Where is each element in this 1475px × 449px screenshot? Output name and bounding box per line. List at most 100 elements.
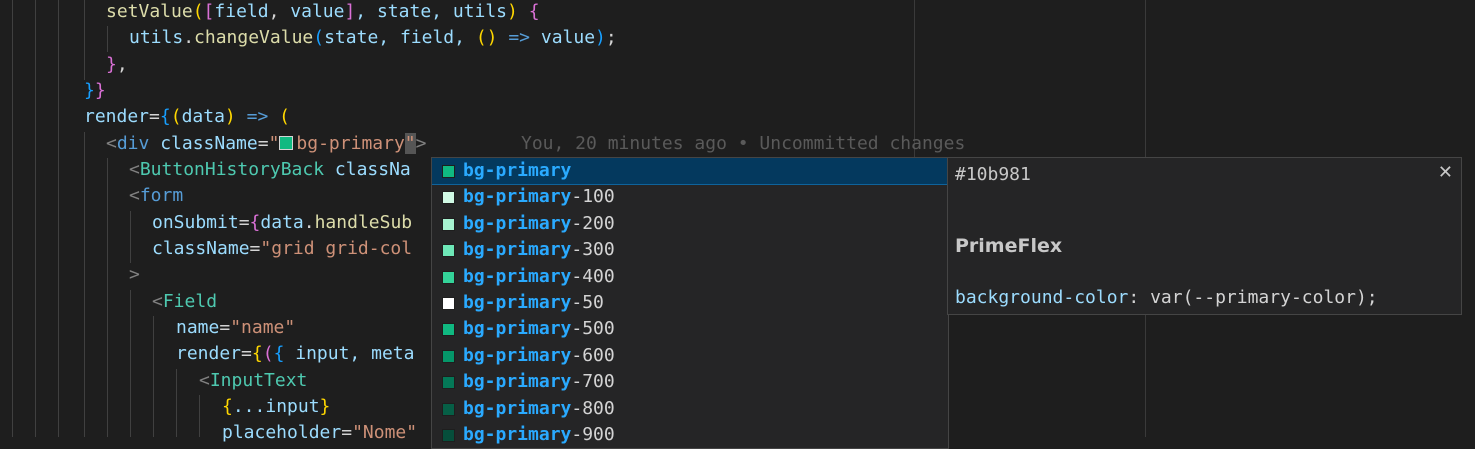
code-token: ) <box>595 27 606 48</box>
color-swatch-icon <box>442 191 455 205</box>
indent-guide <box>199 395 200 437</box>
suggest-item-label: bg-primary-50 <box>463 290 604 316</box>
suggest-item-label: bg-primary-100 <box>463 184 615 210</box>
code-token: } <box>319 396 331 417</box>
code-token: = <box>257 133 269 154</box>
code-token: > <box>415 133 427 154</box>
code-token: = <box>341 422 353 443</box>
suggest-item[interactable]: bg-primary-700 <box>432 369 948 395</box>
code-token: Field <box>162 291 218 312</box>
suggest-item-suffix: -700 <box>571 371 615 393</box>
code-token: " <box>268 133 280 154</box>
suggest-item-label: bg-primary-400 <box>463 264 615 290</box>
code-token: ( <box>262 343 274 364</box>
code-token: placeholder <box>222 422 342 443</box>
indent-guide <box>153 316 154 437</box>
suggest-item[interactable]: bg-primary-50 <box>432 290 948 316</box>
suggest-item-suffix: -800 <box>571 397 615 419</box>
code-token: } <box>106 54 117 75</box>
code-token: "grid grid-col <box>260 238 413 259</box>
suggest-item-label: bg-primary-200 <box>463 211 615 237</box>
code-token: utils <box>129 27 184 48</box>
suggest-item[interactable]: bg-primary-100 <box>432 184 948 210</box>
autocomplete-suggest-list[interactable]: bg-primary bg-primary-100 bg-primary-200 bg… <box>431 157 949 449</box>
code-line: onSubmit={data.handleSub <box>152 210 412 236</box>
suggest-item-match: bg-primary <box>463 424 572 445</box>
code-token: = <box>149 106 160 127</box>
color-swatch-icon <box>442 165 455 178</box>
suggest-item-match: bg-primary <box>463 292 572 313</box>
suggest-item[interactable]: bg-primary-800 <box>432 396 948 422</box>
suggest-item-match: bg-primary <box>463 397 572 419</box>
suggest-item-label: bg-primary-700 <box>463 369 615 395</box>
code-token: = <box>238 212 250 233</box>
suggest-item-label: bg-primary-500 <box>463 316 615 342</box>
code-token: [ <box>203 1 215 22</box>
code-token: { <box>528 1 540 22</box>
suggest-item[interactable]: bg-primary-400 <box>432 264 948 290</box>
suggest-item-suffix: -200 <box>571 212 615 234</box>
suggest-item[interactable]: bg-primary-300 <box>432 237 948 263</box>
color-swatch-icon <box>442 217 455 231</box>
color-swatch-icon <box>279 136 294 150</box>
suggest-item[interactable]: bg-primary-500 <box>432 316 948 342</box>
code-token: = <box>249 238 261 259</box>
css-property: background-color <box>955 287 1129 308</box>
color-swatch-icon <box>442 429 455 442</box>
code-token: value <box>290 1 345 22</box>
code-token: ] <box>344 1 356 22</box>
code-token: => <box>497 27 541 48</box>
suggest-item-match: bg-primary <box>463 344 572 366</box>
color-swatch-icon <box>442 270 455 284</box>
code-token: className <box>149 133 258 154</box>
code-token: render <box>84 106 150 127</box>
code-token: => <box>235 106 280 127</box>
code-token: , <box>268 1 291 22</box>
suggest-item-match: bg-primary <box>463 265 572 287</box>
indent-guide <box>35 0 36 437</box>
code-token: ButtonHistoryBack <box>139 159 325 180</box>
indent-guide <box>84 0 85 80</box>
code-token: = <box>219 317 231 338</box>
code-token: . <box>183 27 195 48</box>
code-token: "name" <box>230 317 296 338</box>
code-line: }, <box>106 52 128 78</box>
code-token: = <box>241 343 252 364</box>
code-line: setValue([field, value], state, utils) { <box>106 0 540 25</box>
suggest-item-match: bg-primary <box>463 160 572 181</box>
color-swatch-icon <box>442 349 455 363</box>
suggest-item[interactable]: bg-primary <box>432 158 948 186</box>
code-token: input, meta <box>284 343 415 364</box>
code-token: ( <box>313 27 325 48</box>
code-token: < <box>129 159 140 180</box>
indent-guide <box>107 26 108 52</box>
suggest-item-label: bg-primary-600 <box>463 343 615 369</box>
css-value: : var(--primary-color); <box>1128 287 1378 308</box>
text-cursor: " <box>404 133 416 154</box>
code-token: ) <box>507 1 518 22</box>
color-swatch-icon <box>442 244 455 258</box>
code-token: form <box>139 185 184 206</box>
code-token: { <box>273 343 285 364</box>
code-token: < <box>152 291 163 312</box>
suggest-item-suffix: -600 <box>571 344 615 366</box>
color-swatch-icon <box>442 402 455 416</box>
code-line: <Field <box>152 289 217 315</box>
suggest-item[interactable]: bg-primary-900 <box>432 422 948 448</box>
code-line: <div className=" bg-primary"> <box>106 131 426 157</box>
suggest-item[interactable]: bg-primary-200 <box>432 211 948 237</box>
code-token: "Nome" <box>352 422 418 443</box>
code-token: , <box>116 54 128 75</box>
code-token: InputText <box>209 370 308 391</box>
code-token: < <box>199 370 210 391</box>
code-token: ( <box>170 106 182 127</box>
suggest-item-label: bg-primary-800 <box>463 396 615 422</box>
code-token: { <box>159 106 171 127</box>
suggest-item[interactable]: bg-primary-600 <box>432 343 948 369</box>
code-token: ; <box>605 27 617 48</box>
close-icon[interactable]: ✕ <box>1438 162 1453 183</box>
code-line: }} <box>84 78 106 104</box>
suggest-item-suffix: -500 <box>571 318 615 340</box>
code-token: data <box>260 212 304 233</box>
